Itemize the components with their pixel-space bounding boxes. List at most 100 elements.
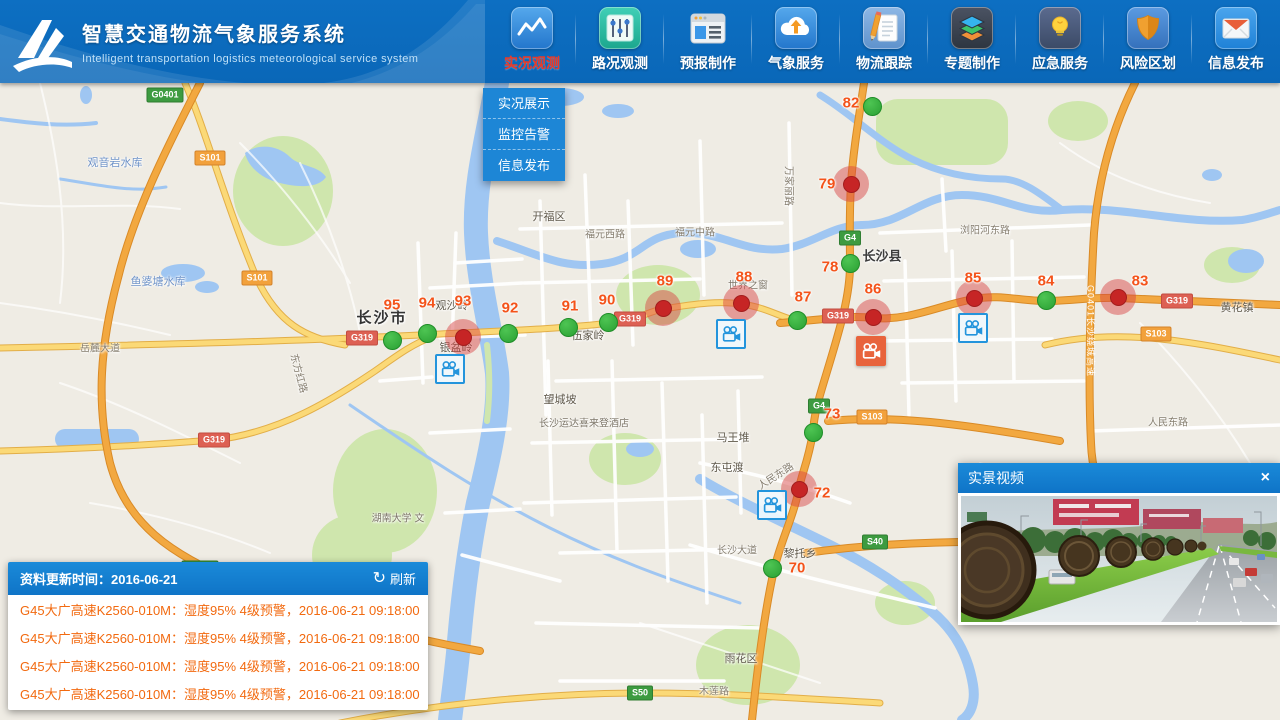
- lightbulb-icon: [1039, 7, 1081, 49]
- station-value: 92: [502, 300, 519, 317]
- station-value: 90: [599, 292, 616, 309]
- map-label: 长沙运达喜来登酒店: [539, 415, 629, 430]
- submenu-item-monitoring-alarm[interactable]: 监控告警: [483, 119, 565, 150]
- map-label: 观音岩水库: [88, 154, 143, 170]
- camera-icon[interactable]: [856, 336, 886, 366]
- road-badge: S101: [194, 151, 225, 166]
- video-camera-glyph: [762, 495, 783, 516]
- road-badge: G0401: [146, 88, 183, 103]
- map-label: 湖南大学 文: [372, 510, 425, 525]
- app-subtitle: Intelligent transportation logistics met…: [82, 53, 418, 65]
- refresh-icon: ↻: [373, 571, 386, 587]
- video-camera-glyph: [861, 341, 882, 362]
- map-label: 岳麓大道: [80, 340, 120, 355]
- refresh-button[interactable]: ↻ 刷新: [373, 569, 416, 588]
- refresh-label: 刷新: [390, 569, 416, 588]
- map-label: 东方红路: [288, 352, 313, 395]
- station-value: 94: [419, 295, 436, 312]
- nav-item-live-observation[interactable]: 实况观测: [488, 0, 576, 83]
- road-badge: S50: [627, 686, 653, 701]
- alert-row[interactable]: G45大广高速K2560-010M：湿度95% 4级预警，2016-06-21 …: [8, 681, 428, 709]
- station-dot: [763, 559, 782, 578]
- station-value: 79: [819, 176, 836, 193]
- station-value: 86: [865, 281, 882, 298]
- station-dot: [733, 295, 750, 312]
- map-label: 望城坡: [544, 391, 577, 407]
- station-value: 93: [455, 293, 472, 310]
- main-nav: 实况观测 路况观测: [488, 0, 1280, 83]
- update-time-label: 资料更新时间：2016-06-21: [20, 569, 178, 588]
- alert-row[interactable]: G45大广高速K2560-010M：湿度95% 4级预警，2016-06-21 …: [8, 653, 428, 681]
- nav-item-road-observation[interactable]: 路况观测: [576, 0, 664, 83]
- map-label: 长沙县: [862, 246, 901, 265]
- pencil-paper-icon: [863, 7, 905, 49]
- road-badge: G319: [198, 433, 230, 448]
- nav-item-risk-zoning[interactable]: 风险区划: [1104, 0, 1192, 83]
- road-badge: G319: [822, 309, 854, 324]
- road-badge: G319: [1161, 294, 1193, 309]
- nav-item-emergency-service[interactable]: 应急服务: [1016, 0, 1104, 83]
- camera-icon[interactable]: [958, 313, 988, 343]
- road-badge: S103: [1140, 327, 1171, 342]
- station-dot: [455, 329, 472, 346]
- station-dot: [1037, 291, 1056, 310]
- station-dot: [966, 290, 983, 307]
- sliders-icon: [599, 7, 641, 49]
- station-dot: [559, 318, 578, 337]
- station-dot: [841, 254, 860, 273]
- map-label: 浏阳河东路: [960, 222, 1010, 237]
- station-value: 88: [736, 269, 753, 286]
- station-dot: [865, 309, 882, 326]
- map-label: 开福区: [533, 208, 566, 224]
- road-badge: G319: [614, 312, 646, 327]
- map-label: 马王堆: [717, 429, 750, 445]
- map-label: 东屯渡: [711, 459, 744, 475]
- alert-row[interactable]: G45大广高速K2560-010M：湿度95% 4级预警，2016-06-21 …: [8, 597, 428, 625]
- alert-panel-header: 资料更新时间：2016-06-21 ↻ 刷新: [8, 562, 428, 595]
- station-dot: [843, 176, 860, 193]
- live-observation-submenu: 实况展示 监控告警 信息发布: [483, 88, 565, 181]
- map-label: 长沙大道: [717, 542, 757, 557]
- station-value: 82: [843, 95, 860, 112]
- station-value: 87: [795, 289, 812, 306]
- camera-icon[interactable]: [757, 490, 787, 520]
- map-label: 木莲路: [699, 683, 729, 698]
- layers-icon: [951, 7, 993, 49]
- station-dot: [499, 324, 518, 343]
- station-value: 83: [1132, 273, 1149, 290]
- road-badge: S103: [856, 410, 887, 425]
- video-camera-glyph: [440, 359, 461, 380]
- submenu-item-info-release[interactable]: 信息发布: [483, 150, 565, 181]
- map-label: 福元西路: [585, 226, 625, 241]
- video-panel: 实景视频 ×: [958, 463, 1280, 625]
- close-icon[interactable]: ×: [1261, 470, 1270, 486]
- station-dot: [804, 423, 823, 442]
- station-value: 89: [657, 273, 674, 290]
- line-chart-icon: [511, 7, 553, 49]
- video-panel-header: 实景视频 ×: [958, 463, 1280, 493]
- camera-icon[interactable]: [435, 354, 465, 384]
- map-canvas[interactable]: 观音岩水库 鱼婆塘水库 长沙市 长沙县 开福区 福元西路 福元中路 世界之窗 伍…: [0, 83, 1280, 720]
- nav-item-thematic-production[interactable]: 专题制作: [928, 0, 1016, 83]
- station-value: 84: [1038, 273, 1055, 290]
- station-dot: [599, 313, 618, 332]
- station-value: 91: [562, 298, 579, 315]
- station-value: 70: [789, 560, 806, 577]
- camera-icon[interactable]: [716, 319, 746, 349]
- nav-item-weather-service[interactable]: 气象服务: [752, 0, 840, 83]
- road-badge: G4: [839, 231, 861, 246]
- alert-row[interactable]: G45大广高速K2560-010M：湿度95% 4级预警，2016-06-21 …: [8, 625, 428, 653]
- station-dot: [863, 97, 882, 116]
- app-screen: 智慧交通物流气象服务系统 Intelligent transportation …: [0, 0, 1280, 720]
- document-window-icon: [687, 7, 729, 49]
- app-header: 智慧交通物流气象服务系统 Intelligent transportation …: [0, 0, 1280, 83]
- nav-item-forecast-production[interactable]: 预报制作: [664, 0, 752, 83]
- map-label: 雨花区: [725, 650, 758, 666]
- station-value: 85: [965, 270, 982, 287]
- video-panel-title: 实景视频: [968, 468, 1024, 488]
- station-dot: [418, 324, 437, 343]
- video-frame[interactable]: [961, 496, 1277, 622]
- nav-item-logistics-tracking[interactable]: 物流跟踪: [840, 0, 928, 83]
- submenu-item-live-display[interactable]: 实况展示: [483, 88, 565, 119]
- nav-item-info-release[interactable]: 信息发布: [1192, 0, 1280, 83]
